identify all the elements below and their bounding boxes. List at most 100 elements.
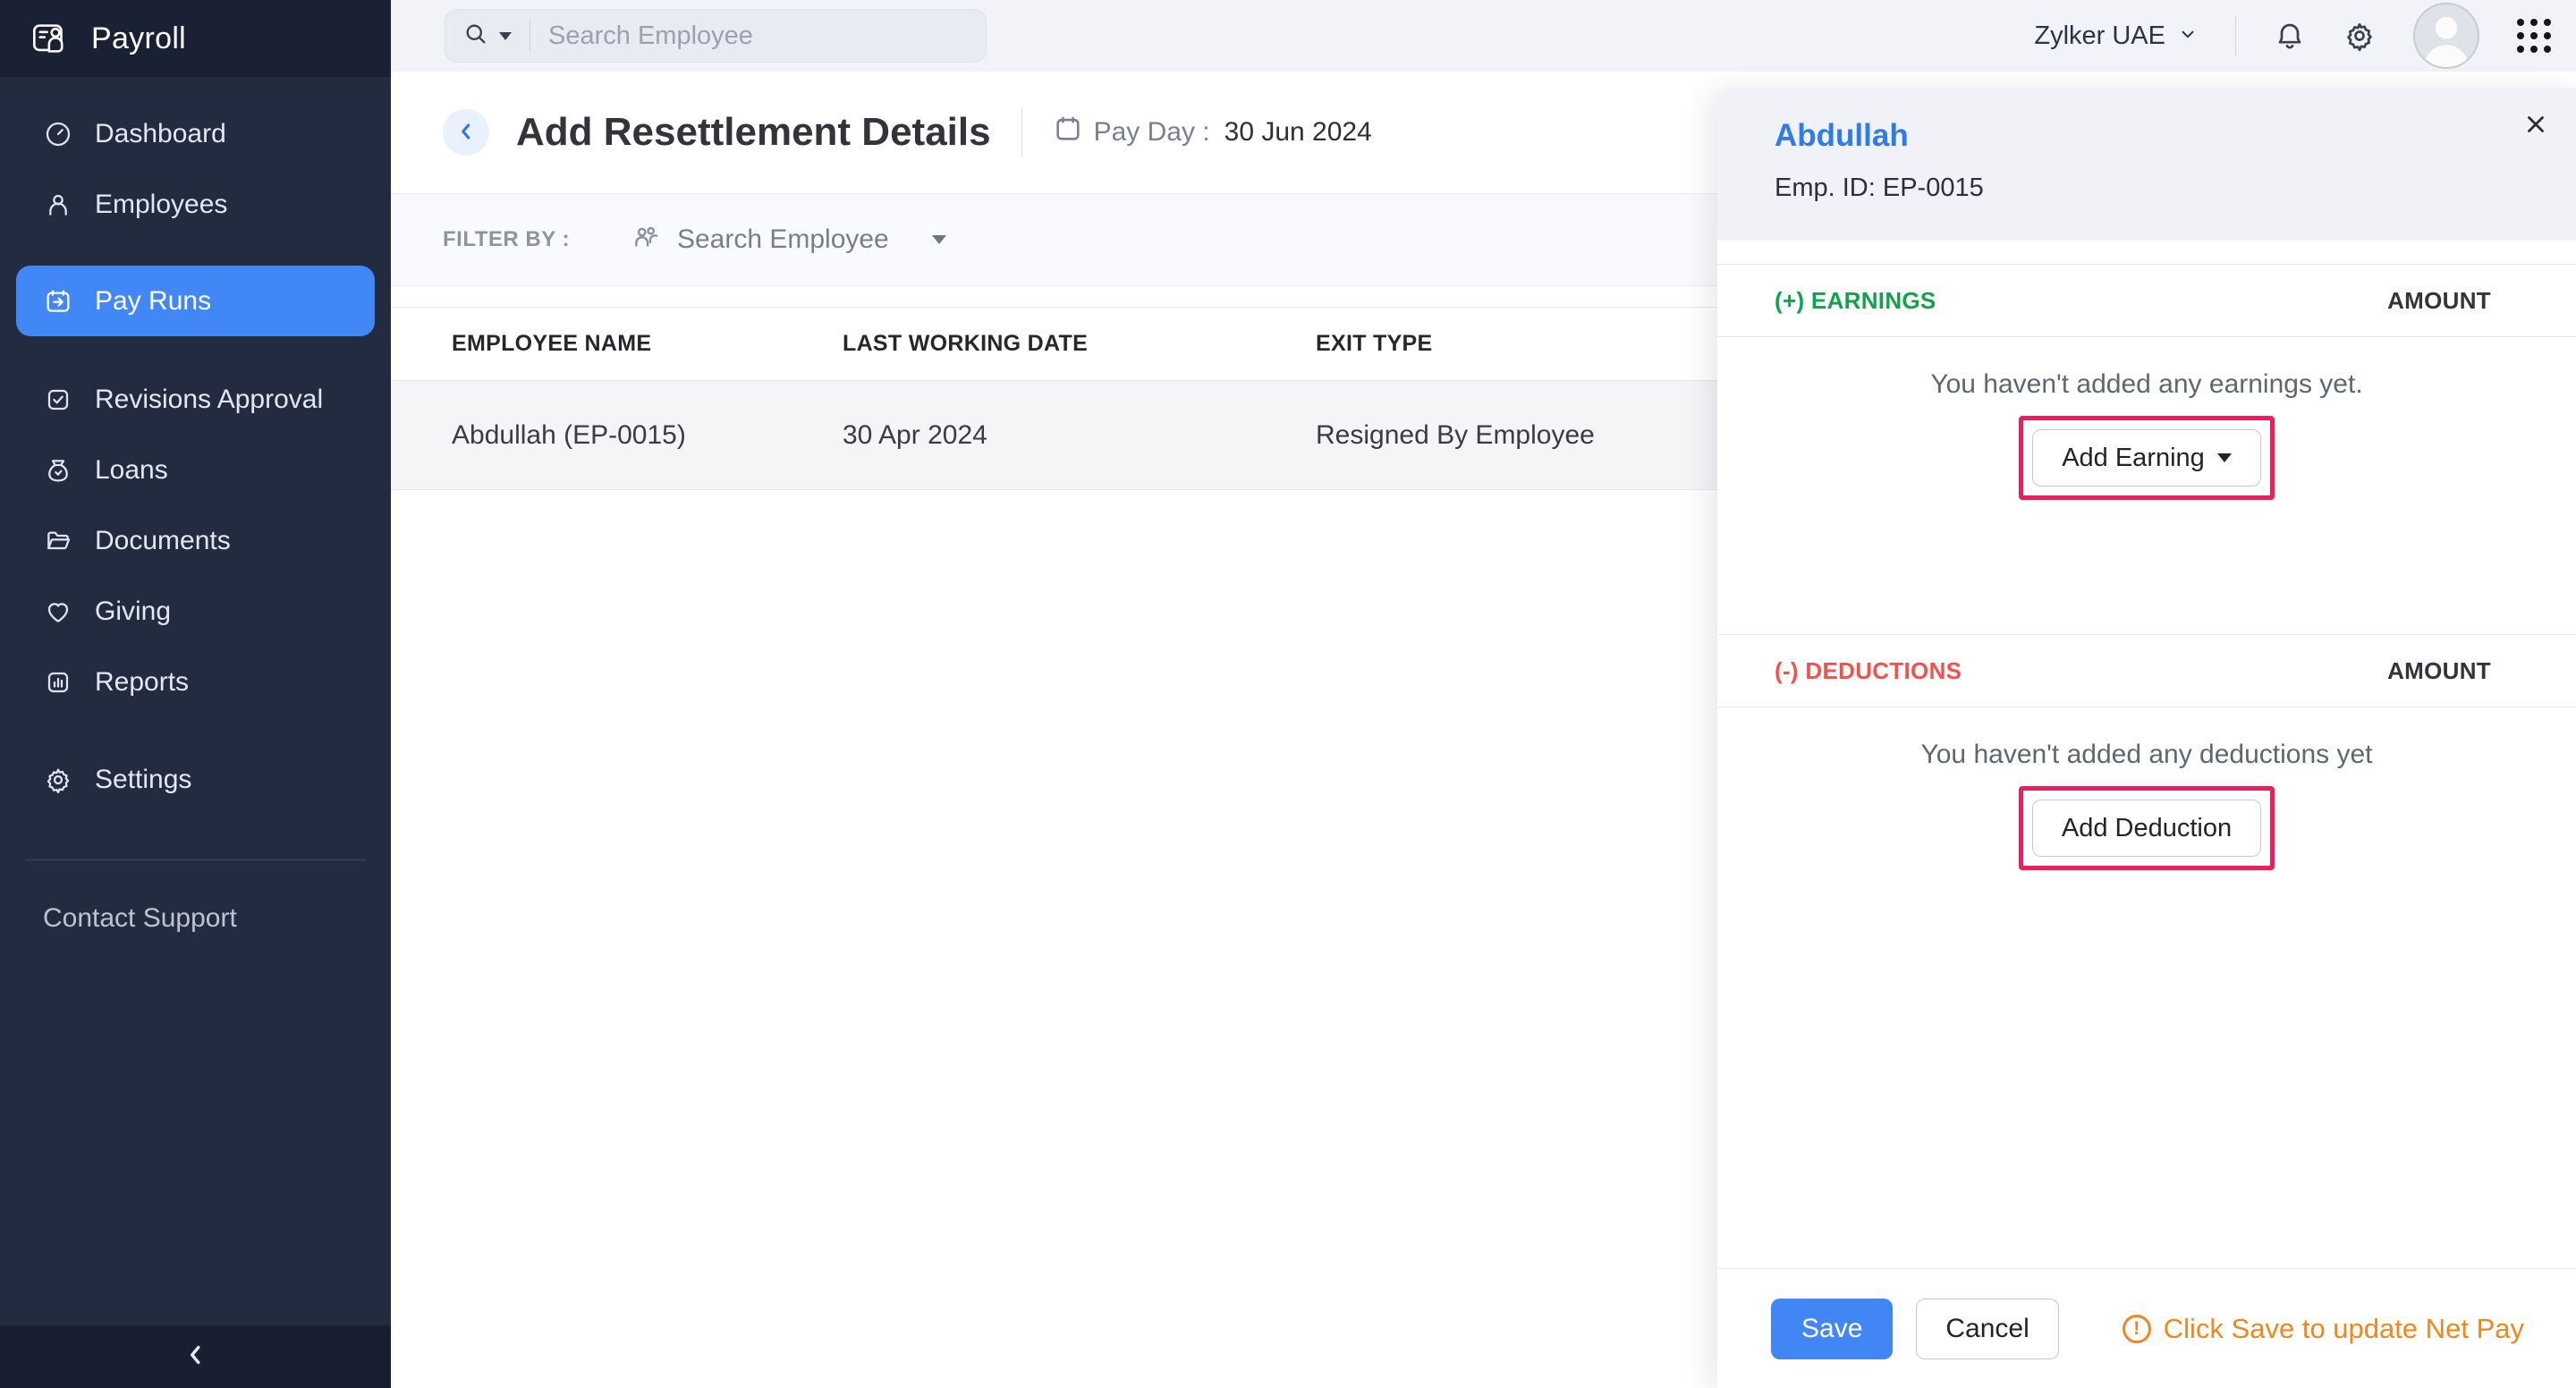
add-deduction-label: Add Deduction	[2061, 813, 2233, 842]
column-employee-name: EMPLOYEE NAME	[452, 331, 652, 356]
add-earning-button[interactable]: Add Earning	[2032, 429, 2261, 487]
cell-exit-type: Resigned By Employee	[1316, 419, 1595, 450]
payroll-logo-icon	[30, 18, 72, 59]
add-earning-highlight: Add Earning	[2019, 416, 2275, 500]
sidebar-item-dashboard[interactable]: Dashboard	[0, 98, 391, 169]
app-root: Payroll Dashboard Employees Pay Runs Rev…	[0, 0, 2576, 1388]
contact-support-link[interactable]: Contact Support	[0, 883, 391, 953]
sidebar: Payroll Dashboard Employees Pay Runs Rev…	[0, 0, 391, 1388]
search-scope-caret-icon[interactable]	[499, 31, 512, 40]
topbar: Zylker UAE	[391, 0, 2576, 72]
cancel-button[interactable]: Cancel	[1916, 1298, 2059, 1359]
employees-icon	[43, 190, 73, 219]
app-title: Payroll	[91, 21, 187, 55]
calendar-icon	[1053, 114, 1083, 151]
notifications-bell-icon[interactable]	[2274, 20, 2306, 52]
resettlement-table: EMPLOYEE NAME LAST WORKING DATE EXIT TYP…	[391, 307, 1717, 490]
documents-icon	[43, 527, 73, 555]
employee-name-link[interactable]: Abdullah	[1775, 118, 1909, 154]
sidebar-divider	[25, 859, 366, 860]
pay-day-label: Pay Day :	[1093, 117, 1210, 147]
sidebar-item-label: Documents	[95, 525, 231, 555]
earnings-header-label: (+) EARNINGS	[1775, 286, 1936, 314]
sidebar-item-documents[interactable]: Documents	[0, 505, 391, 576]
sidebar-item-pay-runs[interactable]: Pay Runs	[16, 266, 375, 336]
sidebar-item-label: Dashboard	[95, 118, 226, 148]
sidebar-header: Payroll	[0, 0, 391, 77]
sidebar-item-reports[interactable]: Reports	[0, 647, 391, 717]
sidebar-item-label: Revisions Approval	[95, 384, 324, 414]
add-deduction-highlight: Add Deduction	[2018, 786, 2275, 870]
sidebar-item-revisions-approval[interactable]: Revisions Approval	[0, 364, 391, 435]
sidebar-item-loans[interactable]: Loans	[0, 435, 391, 505]
dashboard-icon	[43, 120, 73, 148]
title-divider	[1021, 107, 1022, 157]
close-icon[interactable]	[2522, 111, 2549, 140]
panel-footer: Save Cancel ! Click Save to update Net P…	[1717, 1268, 2576, 1388]
settings-gear-icon[interactable]	[2343, 20, 2376, 52]
sidebar-item-label: Pay Runs	[95, 285, 212, 316]
loans-icon	[43, 456, 73, 485]
deductions-empty-text: You haven't added any deductions yet	[1920, 740, 2373, 769]
revisions-approval-icon	[43, 385, 73, 414]
column-last-working-date: LAST WORKING DATE	[843, 331, 1089, 356]
warning-exclamation-icon: !	[2122, 1314, 2151, 1343]
earnings-amount-label: AMOUNT	[2387, 286, 2491, 314]
settings-gear-icon	[43, 766, 73, 794]
table-row[interactable]: Abdullah (EP-0015) 30 Apr 2024 Resigned …	[391, 381, 1717, 490]
people-icon	[631, 223, 661, 258]
user-avatar[interactable]	[2413, 3, 2479, 69]
deductions-amount-label: AMOUNT	[2387, 656, 2491, 684]
add-earning-label: Add Earning	[2062, 443, 2205, 472]
save-warning-text: Click Save to update Net Pay	[2163, 1312, 2524, 1344]
dropdown-caret-icon	[931, 235, 946, 244]
sidebar-item-label: Employees	[95, 189, 228, 219]
employee-filter-dropdown[interactable]: Search Employee	[631, 223, 946, 258]
table-header-row: EMPLOYEE NAME LAST WORKING DATE EXIT TYP…	[391, 307, 1717, 381]
search-input[interactable]	[548, 21, 968, 51]
giving-heart-icon	[43, 597, 73, 626]
sidebar-collapse-button[interactable]	[0, 1325, 391, 1388]
search-icon	[463, 21, 488, 51]
column-exit-type: EXIT TYPE	[1316, 331, 1433, 356]
org-name: Zylker UAE	[2034, 21, 2165, 50]
app-grid-icon[interactable]	[2517, 19, 2551, 53]
sidebar-item-label: Giving	[95, 596, 172, 626]
sidebar-item-employees[interactable]: Employees	[0, 169, 391, 240]
back-button[interactable]	[443, 109, 489, 156]
save-button[interactable]: Save	[1771, 1298, 1894, 1359]
panel-body: (+) EARNINGS AMOUNT You haven't added an…	[1717, 241, 2576, 1268]
dropdown-caret-icon	[2216, 453, 2232, 462]
sidebar-item-label: Loans	[95, 454, 168, 485]
filter-by-label: FILTER BY :	[443, 227, 570, 251]
add-deduction-button[interactable]: Add Deduction	[2031, 800, 2262, 857]
main-area: Zylker UAE	[391, 0, 2576, 1388]
org-switcher[interactable]: Zylker UAE	[2034, 21, 2198, 51]
earnings-section-header: (+) EARNINGS AMOUNT	[1717, 264, 2576, 337]
sidebar-item-settings[interactable]: Settings	[0, 744, 391, 815]
reports-icon	[43, 668, 73, 697]
global-search[interactable]	[445, 9, 987, 63]
deductions-section-header: (-) DEDUCTIONS AMOUNT	[1717, 634, 2576, 707]
sidebar-item-giving[interactable]: Giving	[0, 576, 391, 647]
resettlement-detail-panel: Abdullah Emp. ID: EP-0015 (+) EARNINGS A…	[1717, 88, 2576, 1388]
employee-id: Emp. ID: EP-0015	[1775, 174, 1984, 202]
chevron-left-icon	[181, 1340, 211, 1375]
cell-employee-name: Abdullah (EP-0015)	[452, 419, 686, 450]
pay-runs-icon	[43, 287, 73, 316]
deductions-header-label: (-) DEDUCTIONS	[1775, 656, 1962, 684]
pay-day: Pay Day : 30 Jun 2024	[1053, 114, 1372, 151]
sidebar-item-label: Settings	[95, 764, 192, 794]
save-warning: ! Click Save to update Net Pay	[2122, 1312, 2524, 1345]
topbar-divider	[2235, 15, 2236, 56]
panel-header: Abdullah Emp. ID: EP-0015	[1717, 88, 2576, 241]
sidebar-nav: Dashboard Employees Pay Runs Revisions A…	[0, 77, 391, 815]
topbar-right-cluster: Zylker UAE	[2034, 3, 2551, 69]
earnings-empty-text: You haven't added any earnings yet.	[1930, 369, 2363, 399]
cell-last-working-date: 30 Apr 2024	[843, 419, 987, 450]
employee-filter-placeholder: Search Employee	[676, 224, 889, 254]
pay-day-value: 30 Jun 2024	[1224, 117, 1372, 147]
chevron-left-icon	[454, 120, 478, 146]
page-title: Add Resettlement Details	[516, 110, 991, 154]
chevron-down-icon	[2178, 21, 2198, 51]
